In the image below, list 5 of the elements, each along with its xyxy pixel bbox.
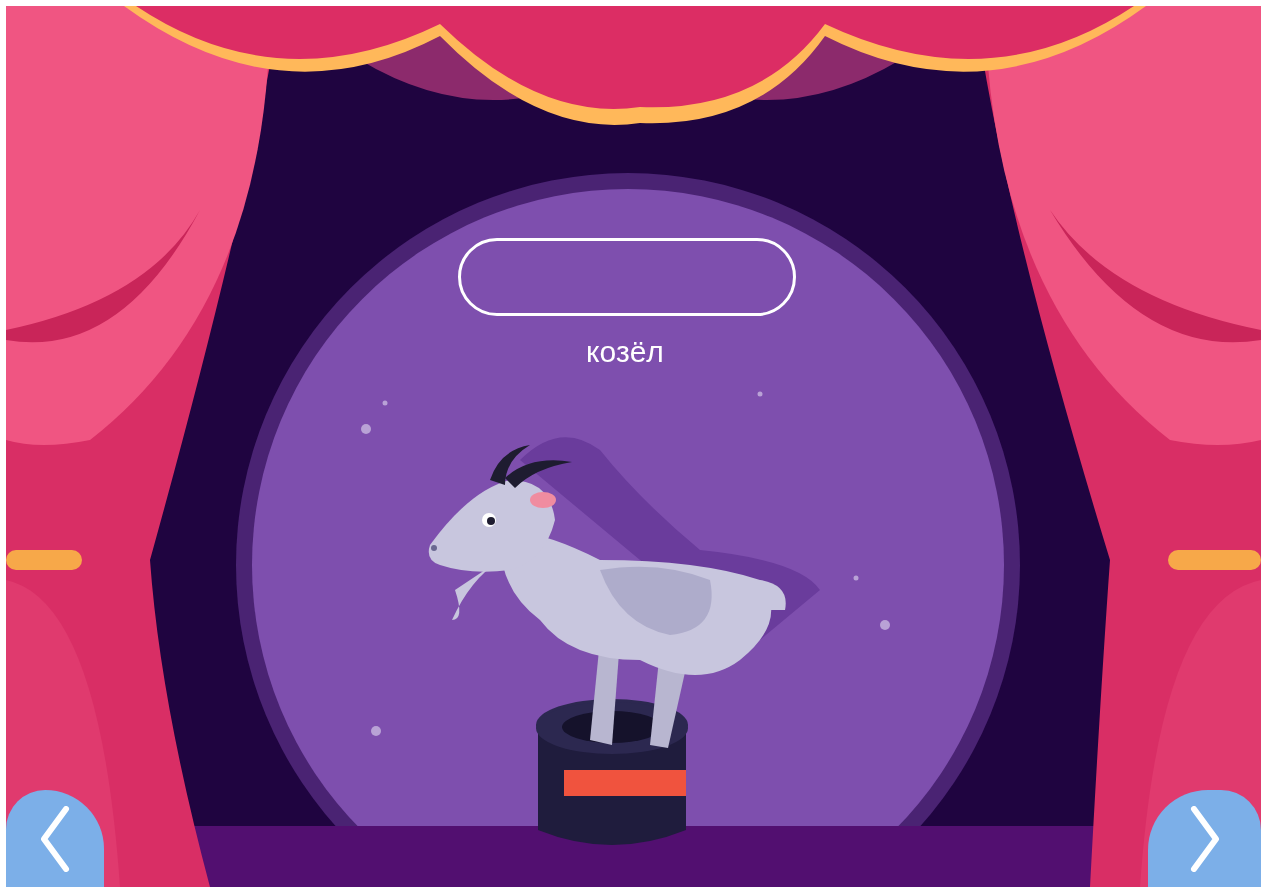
next-button[interactable] <box>1148 790 1261 887</box>
chevron-left-icon <box>40 805 70 872</box>
answer-field[interactable] <box>458 238 796 316</box>
chevron-right-icon <box>1189 805 1220 872</box>
word-label: козёл <box>585 334 665 370</box>
